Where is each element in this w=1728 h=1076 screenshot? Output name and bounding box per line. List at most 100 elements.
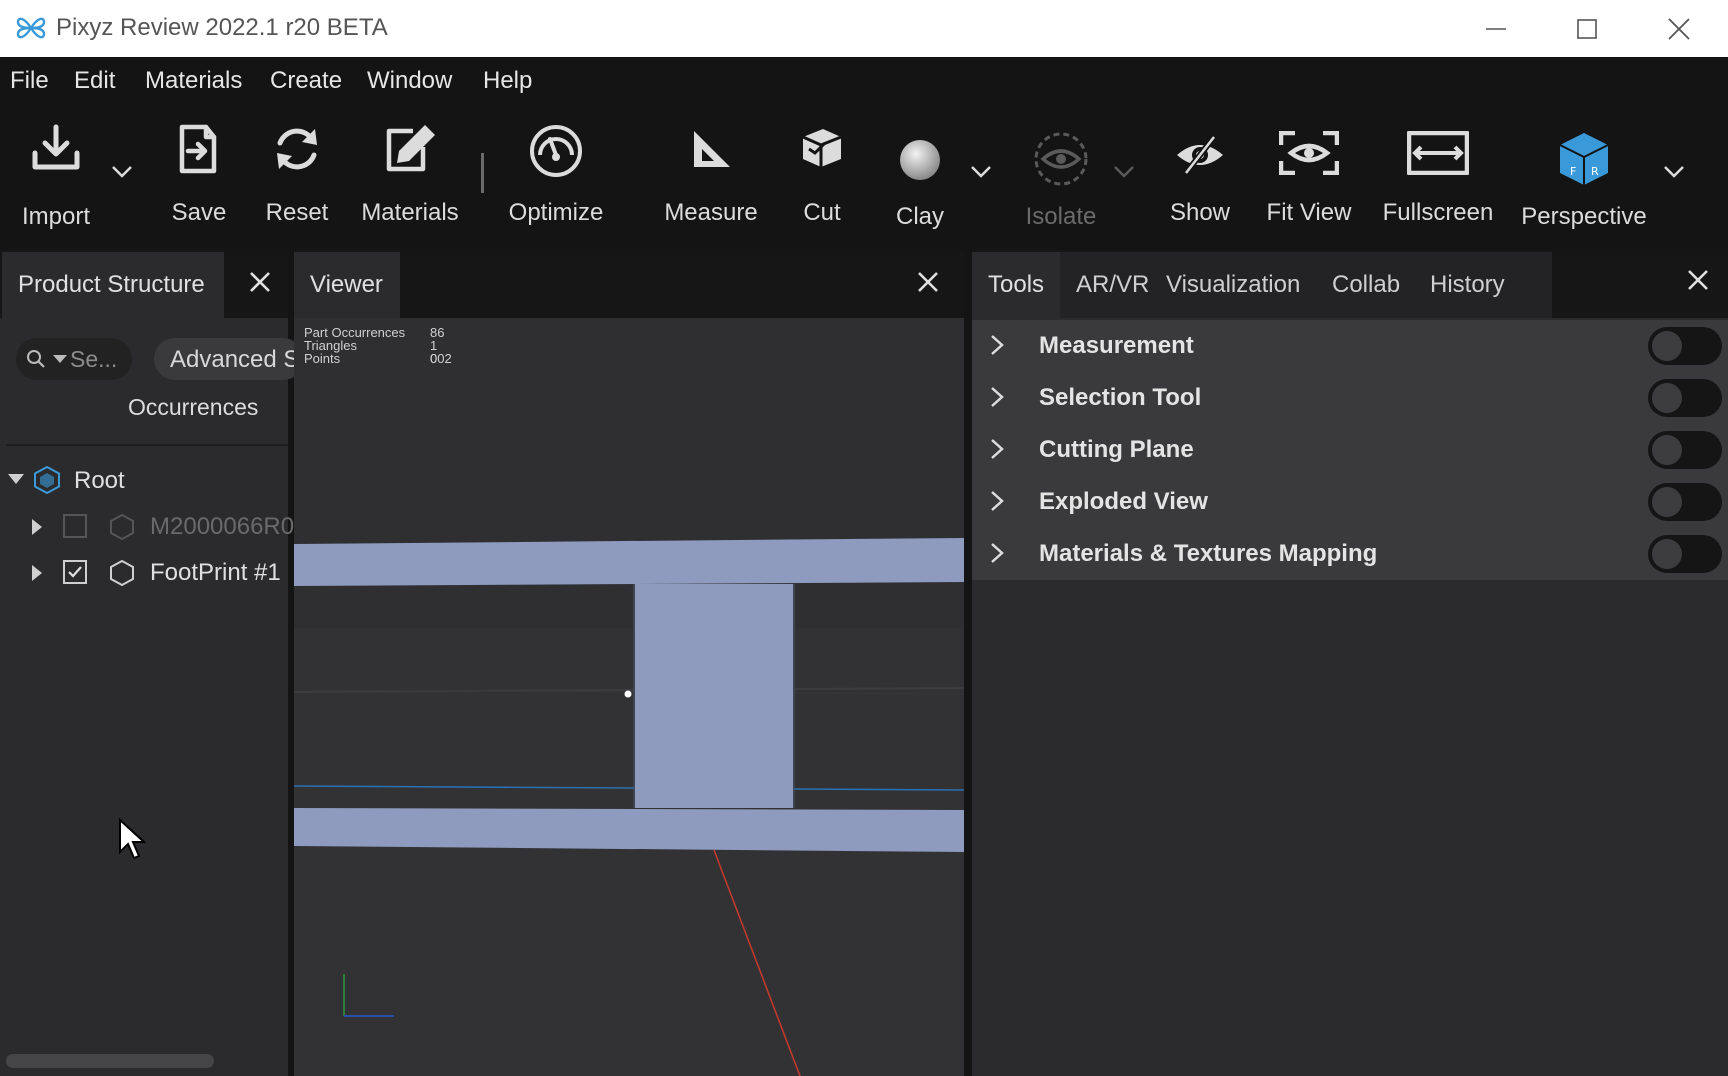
reset-button[interactable]: Reset (252, 123, 342, 233)
3d-viewport[interactable]: Part Occurrences 86 Triangles 1 002 Poin… (294, 318, 964, 1076)
minimize-icon (1486, 27, 1506, 30)
materials-button[interactable]: Materials (356, 123, 464, 233)
close-left-panel-icon[interactable] (246, 268, 274, 296)
tool-label: Selection Tool (1039, 384, 1202, 411)
isolate-dropdown-icon[interactable] (1113, 165, 1135, 179)
optimize-label: Optimize (508, 199, 604, 226)
tree-row-m2000066r0[interactable]: M2000066R0 (0, 504, 294, 550)
tree-row-root[interactable]: Root (0, 458, 288, 504)
perspective-dropdown-icon[interactable] (1663, 165, 1685, 179)
import-dropdown-icon[interactable] (111, 165, 133, 179)
menu-bar: File Edit Materials Create Window Help (0, 57, 1728, 103)
optimize-button[interactable]: Optimize (500, 123, 612, 233)
menu-edit[interactable]: Edit (74, 67, 115, 95)
gauge-icon (530, 125, 582, 177)
selection-tool-toggle[interactable] (1648, 379, 1722, 417)
tab-viewer[interactable]: Viewer (294, 252, 400, 318)
close-right-panel-icon[interactable] (1684, 266, 1712, 294)
fit-view-button[interactable]: Fit View (1262, 123, 1356, 233)
exploded-view-toggle[interactable] (1648, 483, 1722, 521)
expand-arrow-right-icon[interactable] (32, 565, 42, 581)
toggle-knob (1652, 383, 1682, 413)
tool-row-exploded-view[interactable]: Exploded View (972, 476, 1728, 528)
fullscreen-icon (1407, 131, 1469, 175)
pixyz-logo-icon (16, 17, 46, 39)
tree-label-root: Root (74, 467, 125, 494)
menu-file[interactable]: File (10, 67, 49, 95)
menu-materials[interactable]: Materials (145, 67, 242, 95)
part-icon (110, 560, 134, 586)
close-viewer-icon[interactable] (914, 268, 942, 296)
stat-label: Points (304, 351, 341, 366)
clay-label: Clay (895, 203, 944, 230)
import-label: Import (21, 203, 90, 230)
occurrences-label: Occurrences (128, 394, 259, 420)
import-button[interactable]: Import (10, 123, 102, 233)
assembly-icon (34, 466, 60, 494)
right-splitter[interactable] (964, 250, 972, 1076)
horizontal-scrollbar[interactable] (6, 1054, 214, 1068)
close-icon (1668, 17, 1690, 40)
save-icon (179, 124, 217, 174)
tool-row-selection-tool[interactable]: Selection Tool (972, 372, 1728, 424)
tab-product-structure[interactable]: Product Structure (2, 252, 224, 318)
visibility-checkbox[interactable] (63, 514, 87, 538)
edit-pencil-icon (386, 125, 435, 172)
save-label: Save (171, 199, 227, 226)
tree-row-footprint[interactable]: FootPrint #1 (0, 550, 288, 596)
occurrences-column-header[interactable]: Occurrences (0, 372, 288, 436)
measure-button[interactable]: Measure (660, 123, 762, 233)
tool-label: Materials & Textures Mapping (1039, 540, 1378, 567)
menu-create[interactable]: Create (270, 67, 342, 95)
visibility-checkbox-checked[interactable] (63, 560, 87, 584)
cut-button[interactable]: Cut (790, 123, 854, 233)
fit-view-label: Fit View (1266, 199, 1352, 226)
tree-label-item: M2000066R0 (150, 513, 295, 540)
menu-help[interactable]: Help (483, 67, 532, 95)
header-divider (6, 444, 288, 446)
fullscreen-button[interactable]: Fullscreen (1380, 123, 1496, 233)
tool-row-cutting-plane[interactable]: Cutting Plane (972, 424, 1728, 476)
maximize-icon (1577, 18, 1597, 39)
save-button[interactable]: Save (154, 123, 244, 233)
fullscreen-label: Fullscreen (1382, 199, 1494, 226)
perspective-label: Perspective (1521, 203, 1647, 230)
clay-sphere-icon (900, 140, 940, 180)
measurement-toggle[interactable] (1648, 327, 1722, 365)
maximize-button[interactable] (1545, 0, 1629, 57)
search-icon (27, 350, 45, 368)
isolate-eye-icon (1034, 132, 1088, 186)
toggle-knob (1652, 487, 1682, 517)
perspective-button[interactable]: F R Perspective (1520, 123, 1648, 233)
viewer-tabbar: Viewer (294, 250, 964, 318)
clay-button[interactable]: Clay (884, 123, 956, 233)
cutting-plane-toggle[interactable] (1648, 431, 1722, 469)
eye-slash-icon (1177, 135, 1223, 175)
search-placeholder: Se... (70, 346, 118, 372)
menu-window[interactable]: Window (367, 67, 452, 95)
window-title: Pixyz Review 2022.1 r20 BETA (56, 14, 388, 41)
expand-arrow-right-icon[interactable] (32, 519, 42, 535)
reset-icon (277, 128, 317, 170)
import-icon (32, 124, 80, 170)
expand-arrow-down-icon[interactable] (8, 474, 24, 486)
tab-visualization[interactable]: Visualization (1150, 252, 1342, 318)
show-button[interactable]: Show (1160, 123, 1240, 233)
isolate-button[interactable]: Isolate (1016, 123, 1106, 233)
measure-label: Measure (664, 199, 758, 226)
tab-history[interactable]: History (1414, 252, 1552, 318)
tool-row-measurement[interactable]: Measurement (972, 320, 1728, 372)
svg-text:F: F (1570, 165, 1576, 178)
clay-dropdown-icon[interactable] (970, 165, 992, 179)
close-window-button[interactable] (1637, 0, 1721, 57)
stat-value: 0 (430, 351, 438, 366)
minimize-button[interactable] (1454, 0, 1538, 57)
search-filter-dropdown-icon[interactable] (53, 355, 67, 364)
reset-label: Reset (265, 199, 329, 226)
materials-textures-mapping-toggle[interactable] (1648, 535, 1722, 573)
materials-label: Materials (361, 199, 459, 226)
svg-text:R: R (1591, 165, 1599, 178)
tool-row-materials-textures-mapping[interactable]: Materials & Textures Mapping (972, 528, 1728, 580)
toggle-knob (1652, 435, 1682, 465)
perspective-cube-icon: F R (1559, 133, 1609, 185)
